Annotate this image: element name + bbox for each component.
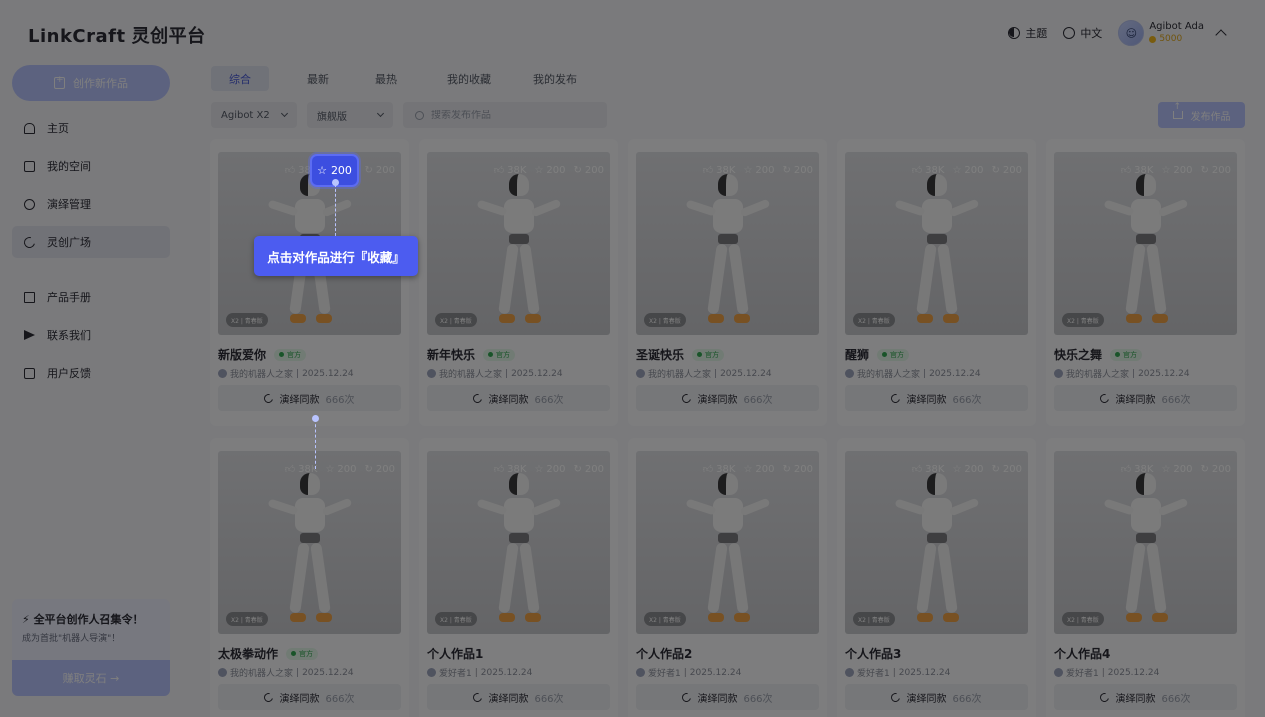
tour-tooltip: 点击对作品进行『收藏』 — [254, 236, 418, 276]
tour-overlay[interactable] — [0, 0, 1265, 717]
highlight-star-count: 200 — [330, 164, 352, 177]
tour-connector-line — [315, 419, 316, 469]
star-icon: ☆ — [317, 164, 327, 177]
tour-connector-line — [335, 184, 336, 236]
